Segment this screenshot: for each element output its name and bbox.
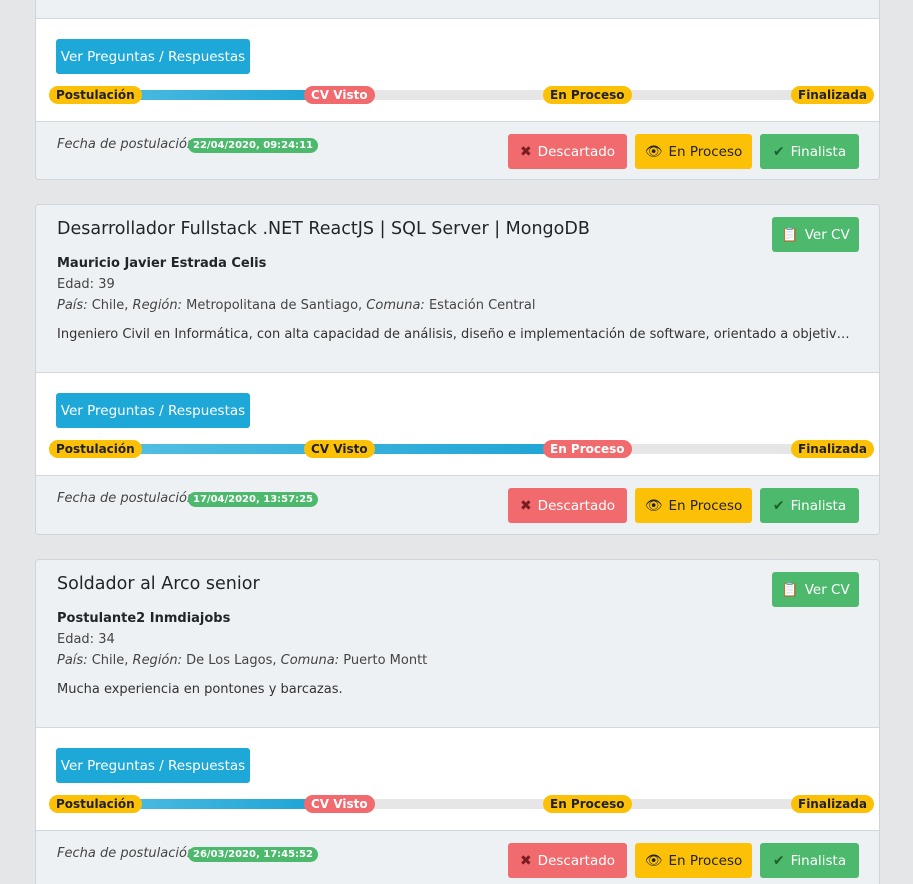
descartado-label: Descartado [537,143,616,160]
en-proceso-button[interactable]: 👁 En Proceso [635,134,752,169]
clipboard-icon: 📋 [781,581,799,598]
applicant-name: Mauricio Javier Estrada Celis [57,256,267,271]
job-title: Soldador al Arco senior [57,574,260,594]
finalista-button[interactable]: ✔ Finalista [760,843,859,878]
applicant-card: Desarrollador Fullstack .NET ReactJS | S… [35,204,880,535]
check-icon: ✔ [772,143,785,160]
step-en-proceso: En Proceso [543,795,632,813]
descartado-button[interactable]: ✖ Descartado [508,134,627,169]
edad-label: Edad: [57,632,99,647]
fecha-badge: 17/04/2020, 13:57:25 [188,492,318,507]
fecha-label: Fecha de postulación [57,137,196,152]
pais-label: País: [57,653,88,668]
x-icon: ✖ [519,497,532,514]
en-proceso-button[interactable]: 👁 En Proceso [635,488,752,523]
applicant-card: Soldador al Arco senior 📋 Ver CV Postula… [35,559,880,884]
applicants-list: Ver Preguntas / Respuestas Postulación C… [35,0,880,884]
applicant-location: País: Chile, Región: De Los Lagos, Comun… [57,653,427,668]
finalista-button[interactable]: ✔ Finalista [760,488,859,523]
pais-label: País: [57,298,88,313]
descartado-label: Descartado [537,497,616,514]
fecha-label: Fecha de postulación [57,846,196,861]
finalista-label: Finalista [790,143,847,160]
x-icon: ✖ [519,143,532,160]
region-label: Región: [132,653,182,668]
step-cv-visto: CV Visto [304,795,375,813]
finalista-button[interactable]: ✔ Finalista [760,134,859,169]
ver-preguntas-button[interactable]: Ver Preguntas / Respuestas [56,393,250,428]
fecha-label: Fecha de postulación [57,491,196,506]
clipboard-icon: 📋 [781,226,799,243]
ver-cv-button[interactable]: 📋 Ver CV [772,217,859,252]
job-title: Desarrollador Fullstack .NET ReactJS | S… [57,219,590,239]
finalista-label: Finalista [790,497,847,514]
check-icon: ✔ [772,852,785,869]
pais-value: Chile, [91,298,129,313]
descartado-button[interactable]: ✖ Descartado [508,488,627,523]
status-progress [50,799,866,809]
applicant-description: Mucha experiencia en pontones y barcazas… [57,682,343,697]
fecha-badge: 22/04/2020, 09:24:11 [188,138,318,153]
edad-value: 39 [98,277,115,292]
step-cv-visto: CV Visto [304,86,375,104]
applicant-age: Edad: 34 [57,632,115,647]
en-proceso-label: En Proceso [668,497,743,514]
status-progress [50,444,866,454]
eye-icon: 👁 [644,497,663,514]
en-proceso-button[interactable]: 👁 En Proceso [635,843,752,878]
ver-cv-button[interactable]: 📋 Ver CV [772,572,859,607]
ver-preguntas-button[interactable]: Ver Preguntas / Respuestas [56,748,250,783]
ver-preguntas-button[interactable]: Ver Preguntas / Respuestas [56,39,250,74]
comuna-label: Comuna: [280,653,340,668]
step-postulacion: Postulación [49,86,142,104]
step-en-proceso: En Proceso [543,86,632,104]
ver-cv-label: Ver CV [804,581,850,598]
descartado-label: Descartado [537,852,616,869]
region-value: Metropolitana de Santiago, [186,298,363,313]
step-postulacion: Postulación [49,440,142,458]
applicant-location: País: Chile, Región: Metropolitana de Sa… [57,298,535,313]
comuna-value: Puerto Montt [343,653,428,668]
step-cv-visto: CV Visto [304,440,375,458]
check-icon: ✔ [772,497,785,514]
fecha-badge: 26/03/2020, 17:45:52 [188,847,318,862]
eye-icon: 👁 [644,143,663,160]
applicant-card: Ver Preguntas / Respuestas Postulación C… [35,0,880,180]
comuna-value: Estación Central [428,298,536,313]
comuna-label: Comuna: [366,298,425,313]
status-progress [50,90,866,100]
region-label: Región: [132,298,182,313]
step-en-proceso: En Proceso [543,440,632,458]
step-postulacion: Postulación [49,795,142,813]
en-proceso-label: En Proceso [668,143,743,160]
applicant-description: Ingeniero Civil en Informática, con alta… [57,327,857,342]
edad-value: 34 [98,632,115,647]
ver-cv-label: Ver CV [804,226,850,243]
descartado-button[interactable]: ✖ Descartado [508,843,627,878]
applicant-age: Edad: 39 [57,277,115,292]
step-finalizada: Finalizada [791,86,874,104]
edad-label: Edad: [57,277,99,292]
step-finalizada: Finalizada [791,440,874,458]
finalista-label: Finalista [790,852,847,869]
x-icon: ✖ [519,852,532,869]
step-finalizada: Finalizada [791,795,874,813]
applicant-name: Postulante2 Inmdiajobs [57,611,231,626]
en-proceso-label: En Proceso [668,852,743,869]
eye-icon: 👁 [644,852,663,869]
pais-value: Chile, [91,653,129,668]
region-value: De Los Lagos, [186,653,277,668]
